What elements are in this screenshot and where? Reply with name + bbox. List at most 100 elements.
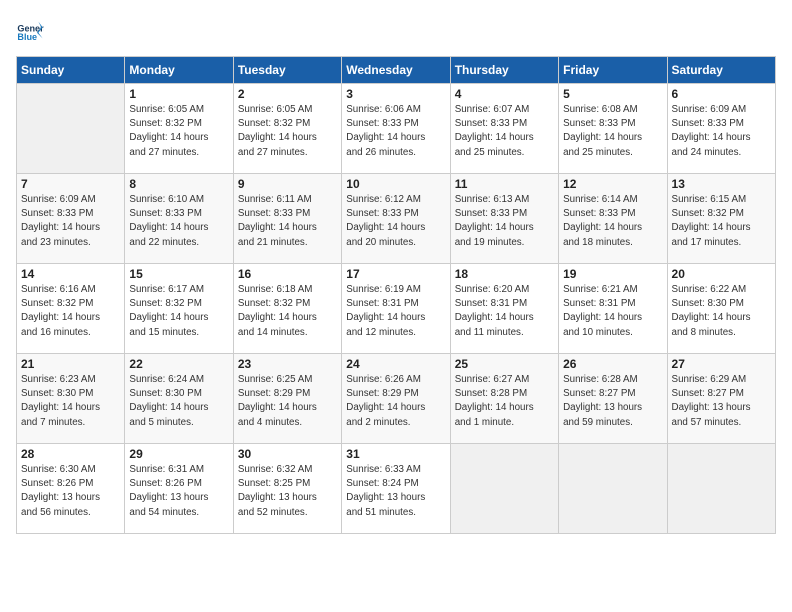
calendar-cell: 30Sunrise: 6:32 AM Sunset: 8:25 PM Dayli… [233,444,341,534]
logo-icon: General Blue [16,16,44,44]
calendar-cell: 11 Sunrise: 6:13 AM Sunset: 8:33 PM Dayli… [450,174,558,264]
day-info: Sunrise: 6:06 AM Sunset: 8:33 PM Dayligh… [346,103,445,160]
logo: General Blue [16,16,48,44]
calendar-cell: 10Sunrise: 6:12 AM Sunset: 8:33 PM Dayli… [342,174,450,264]
day-info: Sunrise: 6:09 AM Sunset: 8:33 PM Dayligh… [672,103,771,160]
day-number: 11 [455,177,554,191]
day-info: Sunrise: 6:13 AM Sunset: 8:33 PM Dayligh… [455,193,554,250]
day-info: Sunrise: 6:18 AM Sunset: 8:32 PM Dayligh… [238,283,337,340]
day-number: 23 [238,357,337,371]
day-number: 9 [238,177,337,191]
day-number: 12 [563,177,662,191]
day-number: 15 [129,267,228,281]
day-number: 22 [129,357,228,371]
calendar-header-row: SundayMondayTuesdayWednesdayThursdayFrid… [17,57,776,84]
day-info: Sunrise: 6:19 AM Sunset: 8:31 PM Dayligh… [346,283,445,340]
calendar-cell: 2 Sunrise: 6:05 AM Sunset: 8:32 PM Daylig… [233,84,341,174]
day-info: Sunrise: 6:15 AM Sunset: 8:32 PM Dayligh… [672,193,771,250]
day-info: Sunrise: 6:23 AM Sunset: 8:30 PM Dayligh… [21,373,120,430]
calendar-cell: 23 Sunrise: 6:25 AM Sunset: 8:29 PM Dayli… [233,354,341,444]
day-number: 28 [21,447,120,461]
day-info: Sunrise: 6:16 AM Sunset: 8:32 PM Dayligh… [21,283,120,340]
calendar-cell: 26 Sunrise: 6:28 AM Sunset: 8:27 PM Dayli… [559,354,667,444]
day-number: 10 [346,177,445,191]
col-header-wednesday: Wednesday [342,57,450,84]
calendar-cell: 3 Sunrise: 6:06 AM Sunset: 8:33 PM Daylig… [342,84,450,174]
calendar-cell: 12 Sunrise: 6:14 AM Sunset: 8:33 PM Dayli… [559,174,667,264]
calendar-cell: 1 Sunrise: 6:05 AM Sunset: 8:32 PM Daylig… [125,84,233,174]
day-number: 24 [346,357,445,371]
day-number: 14 [21,267,120,281]
col-header-saturday: Saturday [667,57,775,84]
calendar-cell [450,444,558,534]
calendar-week-row: 1 Sunrise: 6:05 AM Sunset: 8:32 PM Daylig… [17,84,776,174]
day-number: 13 [672,177,771,191]
calendar-cell: 9 Sunrise: 6:11 AM Sunset: 8:33 PM Daylig… [233,174,341,264]
day-number: 29 [129,447,228,461]
calendar-cell: 31 Sunrise: 6:33 AM Sunset: 8:24 PM Dayli… [342,444,450,534]
day-info: Sunrise: 6:26 AM Sunset: 8:29 PM Dayligh… [346,373,445,430]
calendar-cell: 19 Sunrise: 6:21 AM Sunset: 8:31 PM Dayli… [559,264,667,354]
day-number: 8 [129,177,228,191]
calendar-cell: 5Sunrise: 6:08 AM Sunset: 8:33 PM Daylig… [559,84,667,174]
day-number: 2 [238,87,337,101]
calendar-cell: 18Sunrise: 6:20 AM Sunset: 8:31 PM Dayli… [450,264,558,354]
day-info: Sunrise: 6:11 AM Sunset: 8:33 PM Dayligh… [238,193,337,250]
calendar-cell: 24 Sunrise: 6:26 AM Sunset: 8:29 PM Dayli… [342,354,450,444]
svg-text:Blue: Blue [17,32,37,42]
day-info: Sunrise: 6:29 AM Sunset: 8:27 PM Dayligh… [672,373,771,430]
col-header-sunday: Sunday [17,57,125,84]
calendar-cell: 17 Sunrise: 6:19 AM Sunset: 8:31 PM Dayli… [342,264,450,354]
day-info: Sunrise: 6:05 AM Sunset: 8:32 PM Dayligh… [129,103,228,160]
calendar-cell: 8 Sunrise: 6:10 AM Sunset: 8:33 PM Daylig… [125,174,233,264]
calendar-cell: 16 Sunrise: 6:18 AM Sunset: 8:32 PM Dayli… [233,264,341,354]
day-number: 25 [455,357,554,371]
calendar-cell: 4 Sunrise: 6:07 AM Sunset: 8:33 PM Daylig… [450,84,558,174]
calendar-cell: 14 Sunrise: 6:16 AM Sunset: 8:32 PM Dayli… [17,264,125,354]
day-number: 17 [346,267,445,281]
calendar-week-row: 7 Sunrise: 6:09 AM Sunset: 8:33 PM Daylig… [17,174,776,264]
day-number: 27 [672,357,771,371]
day-info: Sunrise: 6:14 AM Sunset: 8:33 PM Dayligh… [563,193,662,250]
day-info: Sunrise: 6:33 AM Sunset: 8:24 PM Dayligh… [346,463,445,520]
day-number: 31 [346,447,445,461]
calendar-cell: 20Sunrise: 6:22 AM Sunset: 8:30 PM Dayli… [667,264,775,354]
day-info: Sunrise: 6:27 AM Sunset: 8:28 PM Dayligh… [455,373,554,430]
day-number: 7 [21,177,120,191]
calendar-cell: 22 Sunrise: 6:24 AM Sunset: 8:30 PM Dayli… [125,354,233,444]
day-info: Sunrise: 6:05 AM Sunset: 8:32 PM Dayligh… [238,103,337,160]
day-number: 16 [238,267,337,281]
day-info: Sunrise: 6:07 AM Sunset: 8:33 PM Dayligh… [455,103,554,160]
page-header: General Blue [16,16,776,44]
day-info: Sunrise: 6:28 AM Sunset: 8:27 PM Dayligh… [563,373,662,430]
calendar-cell: 15Sunrise: 6:17 AM Sunset: 8:32 PM Dayli… [125,264,233,354]
day-info: Sunrise: 6:09 AM Sunset: 8:33 PM Dayligh… [21,193,120,250]
day-number: 26 [563,357,662,371]
calendar-cell [667,444,775,534]
day-info: Sunrise: 6:32 AM Sunset: 8:25 PM Dayligh… [238,463,337,520]
calendar-cell: 7 Sunrise: 6:09 AM Sunset: 8:33 PM Daylig… [17,174,125,264]
day-number: 3 [346,87,445,101]
day-info: Sunrise: 6:22 AM Sunset: 8:30 PM Dayligh… [672,283,771,340]
day-number: 1 [129,87,228,101]
col-header-friday: Friday [559,57,667,84]
calendar-cell: 6 Sunrise: 6:09 AM Sunset: 8:33 PM Daylig… [667,84,775,174]
col-header-tuesday: Tuesday [233,57,341,84]
calendar-cell: 28Sunrise: 6:30 AM Sunset: 8:26 PM Dayli… [17,444,125,534]
day-number: 19 [563,267,662,281]
day-info: Sunrise: 6:25 AM Sunset: 8:29 PM Dayligh… [238,373,337,430]
day-info: Sunrise: 6:21 AM Sunset: 8:31 PM Dayligh… [563,283,662,340]
day-info: Sunrise: 6:24 AM Sunset: 8:30 PM Dayligh… [129,373,228,430]
day-number: 4 [455,87,554,101]
day-info: Sunrise: 6:08 AM Sunset: 8:33 PM Dayligh… [563,103,662,160]
calendar-week-row: 21Sunrise: 6:23 AM Sunset: 8:30 PM Dayli… [17,354,776,444]
col-header-monday: Monday [125,57,233,84]
calendar-week-row: 28Sunrise: 6:30 AM Sunset: 8:26 PM Dayli… [17,444,776,534]
calendar-cell: 21Sunrise: 6:23 AM Sunset: 8:30 PM Dayli… [17,354,125,444]
day-info: Sunrise: 6:31 AM Sunset: 8:26 PM Dayligh… [129,463,228,520]
day-number: 6 [672,87,771,101]
day-info: Sunrise: 6:10 AM Sunset: 8:33 PM Dayligh… [129,193,228,250]
col-header-thursday: Thursday [450,57,558,84]
calendar-cell: 25 Sunrise: 6:27 AM Sunset: 8:28 PM Dayli… [450,354,558,444]
calendar-cell [559,444,667,534]
